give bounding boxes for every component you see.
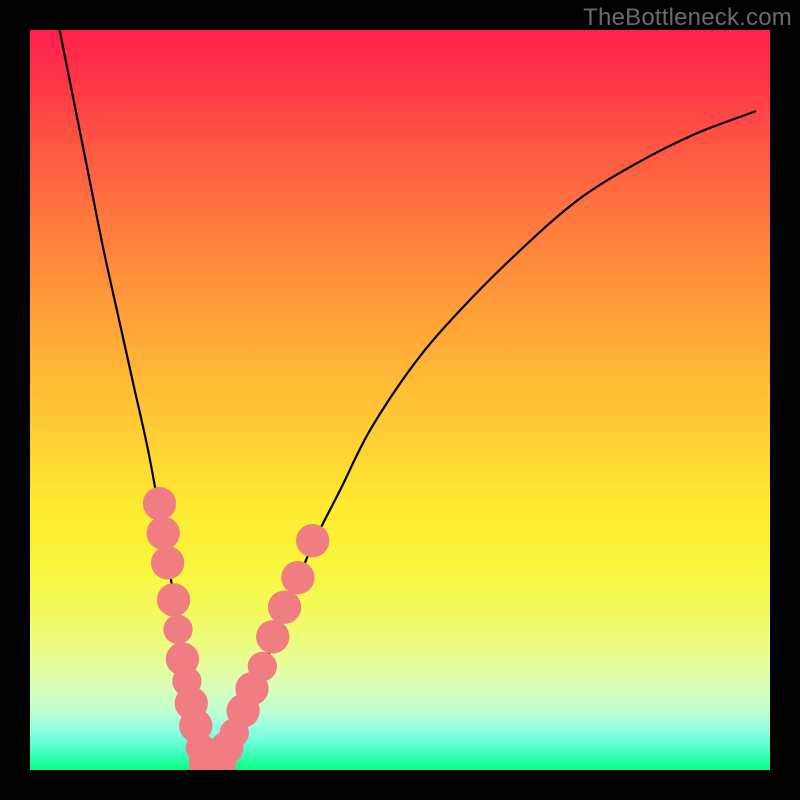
curve-marker — [296, 524, 329, 557]
curve-marker — [157, 583, 190, 616]
watermark-label: TheBottleneck.com — [583, 4, 792, 32]
curve-marker — [256, 620, 289, 653]
chart-svg — [30, 30, 770, 770]
curve-marker — [143, 487, 176, 520]
bottleneck-curve — [60, 30, 756, 770]
curve-markers — [143, 487, 329, 770]
curve-marker — [163, 615, 192, 644]
curve-marker — [248, 652, 277, 681]
chart-frame: TheBottleneck.com — [0, 0, 800, 800]
plot-area — [30, 30, 770, 770]
curve-marker — [151, 546, 184, 579]
curve-marker — [268, 591, 301, 624]
curve-marker — [147, 517, 180, 550]
curve-marker — [281, 561, 314, 594]
